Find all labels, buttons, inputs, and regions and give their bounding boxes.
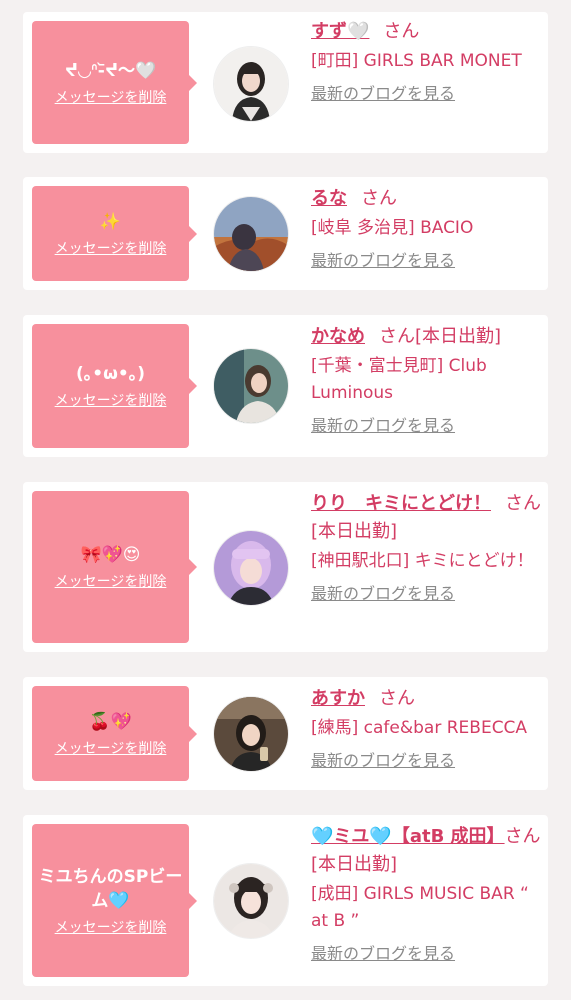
avatar[interactable] (214, 697, 288, 771)
message-text: ᔪ◡ᐢ-᷅ᔪ〜🤍 (64, 60, 157, 81)
portrait-photo-icon (214, 47, 288, 121)
shop-name: [町田] GIRLS BAR MONET (311, 51, 522, 71)
cast-info: すず🤍 さん [町田] GIRLS BAR MONET 最新のブログを見る (311, 18, 542, 105)
cast-name-link[interactable]: 🩵ミユ🩵【atB 成田】 (311, 826, 505, 847)
portrait-photo-icon (214, 197, 288, 271)
avatar[interactable] (214, 531, 288, 605)
portrait-photo-icon (214, 349, 288, 423)
cast-info: あすか さん [練馬] cafe&bar REBECCA 最新のブログを見る (311, 685, 542, 772)
message-card: ᔪ◡ᐢ-᷅ᔪ〜🤍 メッセージを削除 すず🤍 さん [町田] GIRLS BAR M… (23, 12, 548, 153)
message-text: ✨ (99, 211, 122, 232)
cast-name-link[interactable]: るな (311, 188, 347, 209)
message-card: ✨ メッセージを削除 るな さん [岐阜 多治見] BACIO 最新のブログを見る (23, 177, 548, 290)
cast-info: 🩵ミユ🩵【atB 成田】さん[本日出勤] [成田] GIRLS MUSIC BA… (311, 823, 542, 965)
delete-message-link[interactable]: メッセージを削除 (55, 573, 167, 591)
avatar[interactable] (214, 197, 288, 271)
honorific: さん (361, 188, 397, 209)
latest-blog-link[interactable]: 最新のブログを見る (311, 943, 455, 965)
avatar[interactable] (214, 349, 288, 423)
avatar[interactable] (214, 864, 288, 938)
name-line: るな さん (311, 185, 542, 213)
message-card: (｡•ω•｡) メッセージを削除 かなめ さん[本日出勤] [千葉・富士見町] C… (23, 315, 548, 457)
name-line: りり キミにとどけ！ さん[本日出勤] (311, 490, 542, 546)
shop-name: [岐阜 多治見] BACIO (311, 218, 474, 238)
honorific: さん (379, 688, 415, 709)
message-bubble: (｡•ω•｡) メッセージを削除 (32, 324, 197, 448)
cast-name-link[interactable]: りり キミにとどけ！ (311, 493, 491, 514)
shop-name: [神田駅北口] キミにとどけ！ (311, 551, 534, 571)
cast-name-link[interactable]: かなめ (311, 326, 365, 347)
portrait-photo-icon (214, 697, 288, 771)
cast-info: かなめ さん[本日出勤] [千葉・富士見町] Club Luminous 最新のブ… (311, 323, 542, 437)
shop-name: [千葉・富士見町] Club Luminous (311, 356, 487, 403)
delete-message-link[interactable]: メッセージを削除 (55, 240, 167, 258)
message-bubble: 🍒💖 メッセージを削除 (32, 686, 197, 781)
latest-blog-link[interactable]: 最新のブログを見る (311, 250, 455, 272)
delete-message-link[interactable]: メッセージを削除 (55, 89, 167, 107)
cast-info: りり キミにとどけ！ さん[本日出勤] [神田駅北口] キミにとどけ！ 最新のブロ… (311, 490, 542, 605)
message-bubble: ᔪ◡ᐢ-᷅ᔪ〜🤍 メッセージを削除 (32, 21, 197, 144)
latest-blog-link[interactable]: 最新のブログを見る (311, 83, 455, 105)
message-card: ミユちんのSPビーム🩵 メッセージを削除 🩵ミユ🩵【atB 成田】さん[本日出勤… (23, 815, 548, 986)
portrait-photo-icon (214, 531, 288, 605)
delete-message-link[interactable]: メッセージを削除 (55, 919, 167, 937)
shop-name: [練馬] cafe&bar REBECCA (311, 718, 528, 738)
message-bubble: ✨ メッセージを削除 (32, 186, 197, 281)
message-card: 🍒💖 メッセージを削除 あすか さん [練馬] cafe&bar REBECCA … (23, 677, 548, 790)
latest-blog-link[interactable]: 最新のブログを見る (311, 415, 455, 437)
shop-name: [成田] GIRLS MUSIC BAR “ at B ” (311, 884, 529, 931)
name-line: 🩵ミユ🩵【atB 成田】さん[本日出勤] (311, 823, 542, 879)
message-text: 🎀💖😍 (80, 545, 141, 565)
honorific: さん[本日出勤] (379, 326, 502, 347)
cast-info: るな さん [岐阜 多治見] BACIO 最新のブログを見る (311, 185, 542, 272)
name-line: かなめ さん[本日出勤] (311, 323, 542, 351)
message-bubble: ミユちんのSPビーム🩵 メッセージを削除 (32, 824, 197, 977)
honorific: さん (383, 21, 420, 42)
message-card: 🎀💖😍 メッセージを削除 りり キミにとどけ！ さん[本日出勤] [神田駅北口] … (23, 482, 548, 652)
latest-blog-link[interactable]: 最新のブログを見る (311, 750, 455, 772)
cast-name-link[interactable]: すず🤍 (311, 21, 369, 42)
cast-name-link[interactable]: あすか (311, 688, 365, 709)
message-text: ミユちんのSPビーム🩵 (38, 866, 183, 911)
message-text: (｡•ω•｡) (75, 364, 146, 384)
portrait-photo-icon (214, 864, 288, 938)
delete-message-link[interactable]: メッセージを削除 (55, 740, 167, 758)
message-bubble: 🎀💖😍 メッセージを削除 (32, 491, 197, 643)
message-text: 🍒💖 (89, 711, 132, 732)
name-line: すず🤍 さん (311, 18, 542, 46)
delete-message-link[interactable]: メッセージを削除 (55, 392, 167, 410)
name-line: あすか さん (311, 685, 542, 713)
latest-blog-link[interactable]: 最新のブログを見る (311, 583, 455, 605)
avatar[interactable] (214, 47, 288, 121)
